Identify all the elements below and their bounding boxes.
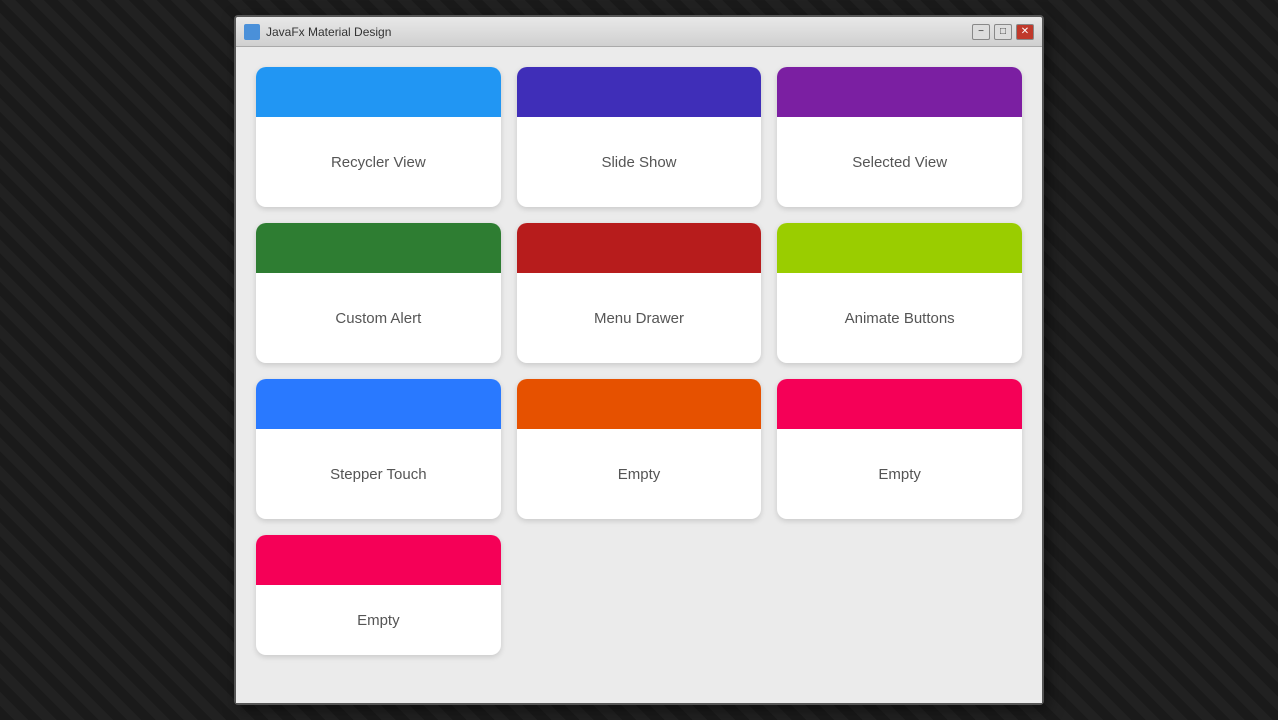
card-body-empty-2: Empty	[777, 429, 1022, 519]
card-body-empty-1: Empty	[517, 429, 762, 519]
maximize-button[interactable]: □	[994, 24, 1012, 40]
card-label-menu-drawer: Menu Drawer	[594, 310, 684, 327]
card-header-empty-1	[517, 379, 762, 429]
card-recycler-view[interactable]: Recycler View	[256, 67, 501, 207]
card-header-empty-3	[256, 535, 501, 585]
window-title: JavaFx Material Design	[266, 25, 972, 39]
card-custom-alert[interactable]: Custom Alert	[256, 223, 501, 363]
card-label-recycler-view: Recycler View	[331, 154, 426, 171]
card-label-custom-alert: Custom Alert	[335, 310, 421, 327]
card-label-selected-view: Selected View	[852, 154, 947, 171]
card-body-empty-3: Empty	[256, 585, 501, 655]
card-header-custom-alert	[256, 223, 501, 273]
card-header-slide-show	[517, 67, 762, 117]
card-header-menu-drawer	[517, 223, 762, 273]
card-body-animate-buttons: Animate Buttons	[777, 273, 1022, 363]
card-body-recycler-view: Recycler View	[256, 117, 501, 207]
window-controls: − □ ✕	[972, 24, 1034, 40]
card-body-menu-drawer: Menu Drawer	[517, 273, 762, 363]
card-empty-1[interactable]: Empty	[517, 379, 762, 519]
card-slide-show[interactable]: Slide Show	[517, 67, 762, 207]
card-header-selected-view	[777, 67, 1022, 117]
card-header-animate-buttons	[777, 223, 1022, 273]
card-menu-drawer[interactable]: Menu Drawer	[517, 223, 762, 363]
card-animate-buttons[interactable]: Animate Buttons	[777, 223, 1022, 363]
card-body-custom-alert: Custom Alert	[256, 273, 501, 363]
card-header-recycler-view	[256, 67, 501, 117]
card-body-slide-show: Slide Show	[517, 117, 762, 207]
card-stepper-touch[interactable]: Stepper Touch	[256, 379, 501, 519]
card-label-empty-2: Empty	[878, 466, 921, 483]
app-icon	[244, 24, 260, 40]
scroll-area[interactable]: Recycler View Slide Show Selected View Cust…	[236, 47, 1042, 703]
card-label-empty-1: Empty	[618, 466, 661, 483]
card-empty-3[interactable]: Empty	[256, 535, 501, 655]
card-label-animate-buttons: Animate Buttons	[845, 310, 955, 327]
main-window: JavaFx Material Design − □ ✕ Recycler Vi…	[234, 15, 1044, 705]
card-empty-2[interactable]: Empty	[777, 379, 1022, 519]
minimize-button[interactable]: −	[972, 24, 990, 40]
title-bar: JavaFx Material Design − □ ✕	[236, 17, 1042, 47]
card-label-slide-show: Slide Show	[601, 154, 676, 171]
window-content: Recycler View Slide Show Selected View Cust…	[236, 47, 1042, 703]
close-button[interactable]: ✕	[1016, 24, 1034, 40]
card-body-stepper-touch: Stepper Touch	[256, 429, 501, 519]
card-label-empty-3: Empty	[357, 612, 400, 629]
card-header-empty-2	[777, 379, 1022, 429]
card-grid: Recycler View Slide Show Selected View Cust…	[256, 67, 1022, 655]
card-label-stepper-touch: Stepper Touch	[330, 466, 426, 483]
card-selected-view[interactable]: Selected View	[777, 67, 1022, 207]
card-header-stepper-touch	[256, 379, 501, 429]
card-body-selected-view: Selected View	[777, 117, 1022, 207]
